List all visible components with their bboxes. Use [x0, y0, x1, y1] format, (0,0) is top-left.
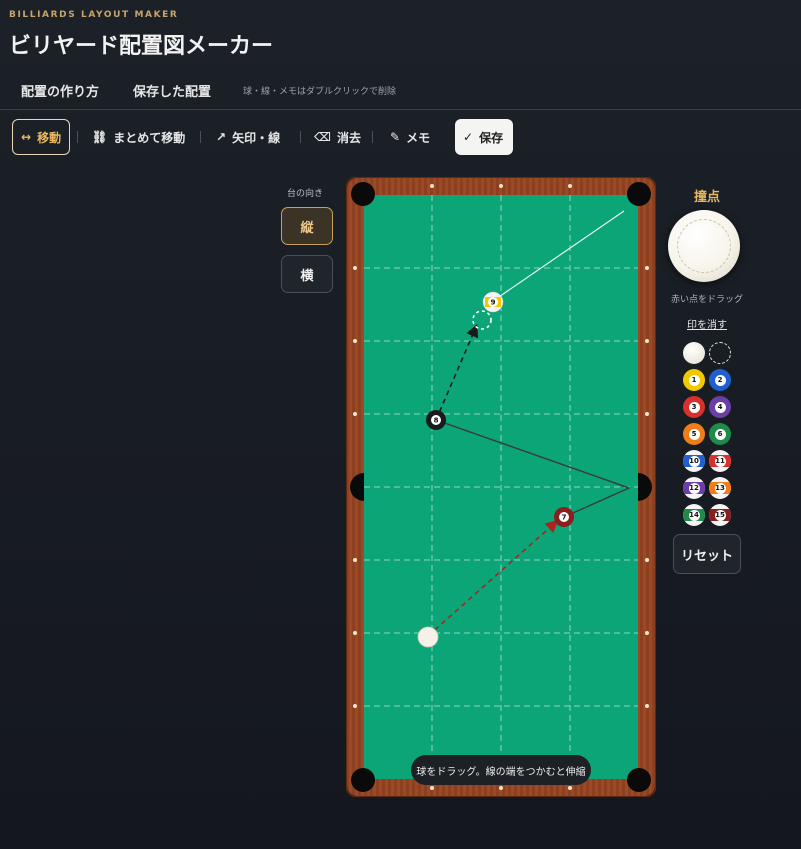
clear-mark-link[interactable]: 印を消す	[667, 316, 747, 331]
link-icon: ⛓	[92, 130, 108, 144]
ball-eight[interactable]: 8	[426, 410, 446, 430]
arrow-line-tool-button[interactable]: ↗ 矢印・線	[208, 119, 288, 155]
ball-seven[interactable]: 7	[554, 507, 574, 527]
tray-ball-10-number: 10	[688, 455, 700, 467]
ball-seven-number: 7	[562, 514, 567, 522]
ball-eight-number: 8	[434, 417, 439, 425]
tray-ball-3-number: 3	[688, 401, 700, 413]
tray-ball-14[interactable]: 14	[683, 504, 705, 526]
save-button[interactable]: ✓ 保存	[455, 119, 513, 155]
cue-point-guide-ring	[677, 219, 731, 273]
erase-tool-button[interactable]: ⌫ 消去	[306, 119, 369, 155]
tray-ball-3[interactable]: 3	[683, 396, 705, 418]
move-tool-button[interactable]: ↔ 移動	[12, 119, 70, 155]
tray-ball-4[interactable]: 4	[709, 396, 731, 418]
tray-ball-4-number: 4	[714, 401, 726, 413]
toolbar-divider	[372, 131, 373, 143]
tray-ghost-ball[interactable]	[709, 342, 731, 364]
app-kicker: BILLIARDS LAYOUT MAKER	[9, 10, 179, 20]
tray-ball-6-number: 6	[714, 428, 726, 440]
tray-ball-10[interactable]: 10	[683, 450, 705, 472]
tray-ball-13-number: 13	[714, 482, 726, 494]
reset-button[interactable]: リセット	[673, 534, 741, 574]
ball-nine[interactable]: 9	[482, 291, 504, 313]
save-label: 保存	[479, 130, 504, 145]
orientation-label: 台の向き	[287, 189, 324, 199]
page-title: ビリヤード配置図メーカー	[9, 33, 274, 59]
tray-ball-6[interactable]: 6	[709, 423, 731, 445]
cue-point-ball[interactable]	[668, 210, 740, 282]
cue-ball-on-table[interactable]	[417, 626, 439, 648]
tray-ball-2-number: 2	[714, 374, 726, 386]
move-icon: ↔	[21, 130, 32, 144]
tray-ball-12-number: 12	[688, 482, 700, 494]
tray-ball-5[interactable]: 5	[683, 423, 705, 445]
tab-how-to[interactable]: 配置の作り方	[21, 81, 99, 100]
eraser-icon: ⌫	[314, 130, 331, 144]
cue-point-hint: 赤い点をドラッグ	[670, 295, 743, 305]
memo-tool-button[interactable]: ✎ メモ	[382, 119, 438, 155]
tray-ball-11-number: 11	[714, 455, 726, 467]
tray-ball-12[interactable]: 12	[683, 477, 705, 499]
arrow-line-tool-label: 矢印・線	[232, 130, 281, 145]
group-move-tool-button[interactable]: ⛓ まとめて移動	[84, 119, 193, 155]
tray-ball-2[interactable]: 2	[709, 369, 731, 391]
tray-ball-15[interactable]: 15	[709, 504, 731, 526]
ball-nine-number: 9	[491, 299, 496, 307]
cue-point-title: 撞点	[693, 190, 720, 205]
tray-ball-15-number: 15	[714, 509, 726, 521]
toolbar-divider	[77, 131, 78, 143]
orientation-horizontal-button[interactable]: 横	[281, 255, 333, 293]
tab-bar: 配置の作り方 保存した配置 球・線・メモはダブルクリックで削除	[0, 78, 801, 110]
check-icon: ✓	[463, 130, 474, 144]
orientation-vertical-button[interactable]: 縦	[281, 207, 333, 245]
arrow-icon: ↗	[216, 130, 227, 144]
tray-ball-5-number: 5	[688, 428, 700, 440]
group-move-tool-label: まとめて移動	[113, 130, 186, 145]
tray-cue-ball[interactable]	[683, 342, 705, 364]
tray-ball-1[interactable]: 1	[683, 369, 705, 391]
tab-saved-layouts[interactable]: 保存した配置	[133, 81, 211, 100]
table-hint: 球をドラッグ。線の端をつかむと伸縮	[411, 755, 591, 785]
move-tool-label: 移動	[37, 130, 62, 145]
delete-hint: 球・線・メモはダブルクリックで削除	[243, 87, 397, 97]
erase-tool-label: 消去	[336, 130, 361, 145]
toolbar-divider	[200, 131, 201, 143]
tray-ball-13[interactable]: 13	[709, 477, 731, 499]
tray-ball-11[interactable]: 11	[709, 450, 731, 472]
pencil-icon: ✎	[390, 130, 401, 144]
tray-ball-14-number: 14	[688, 509, 700, 521]
memo-tool-label: メモ	[406, 130, 431, 145]
tray-ball-1-number: 1	[688, 374, 700, 386]
billiard-table[interactable]: 9 8 7	[346, 177, 656, 797]
toolbar-divider	[300, 131, 301, 143]
